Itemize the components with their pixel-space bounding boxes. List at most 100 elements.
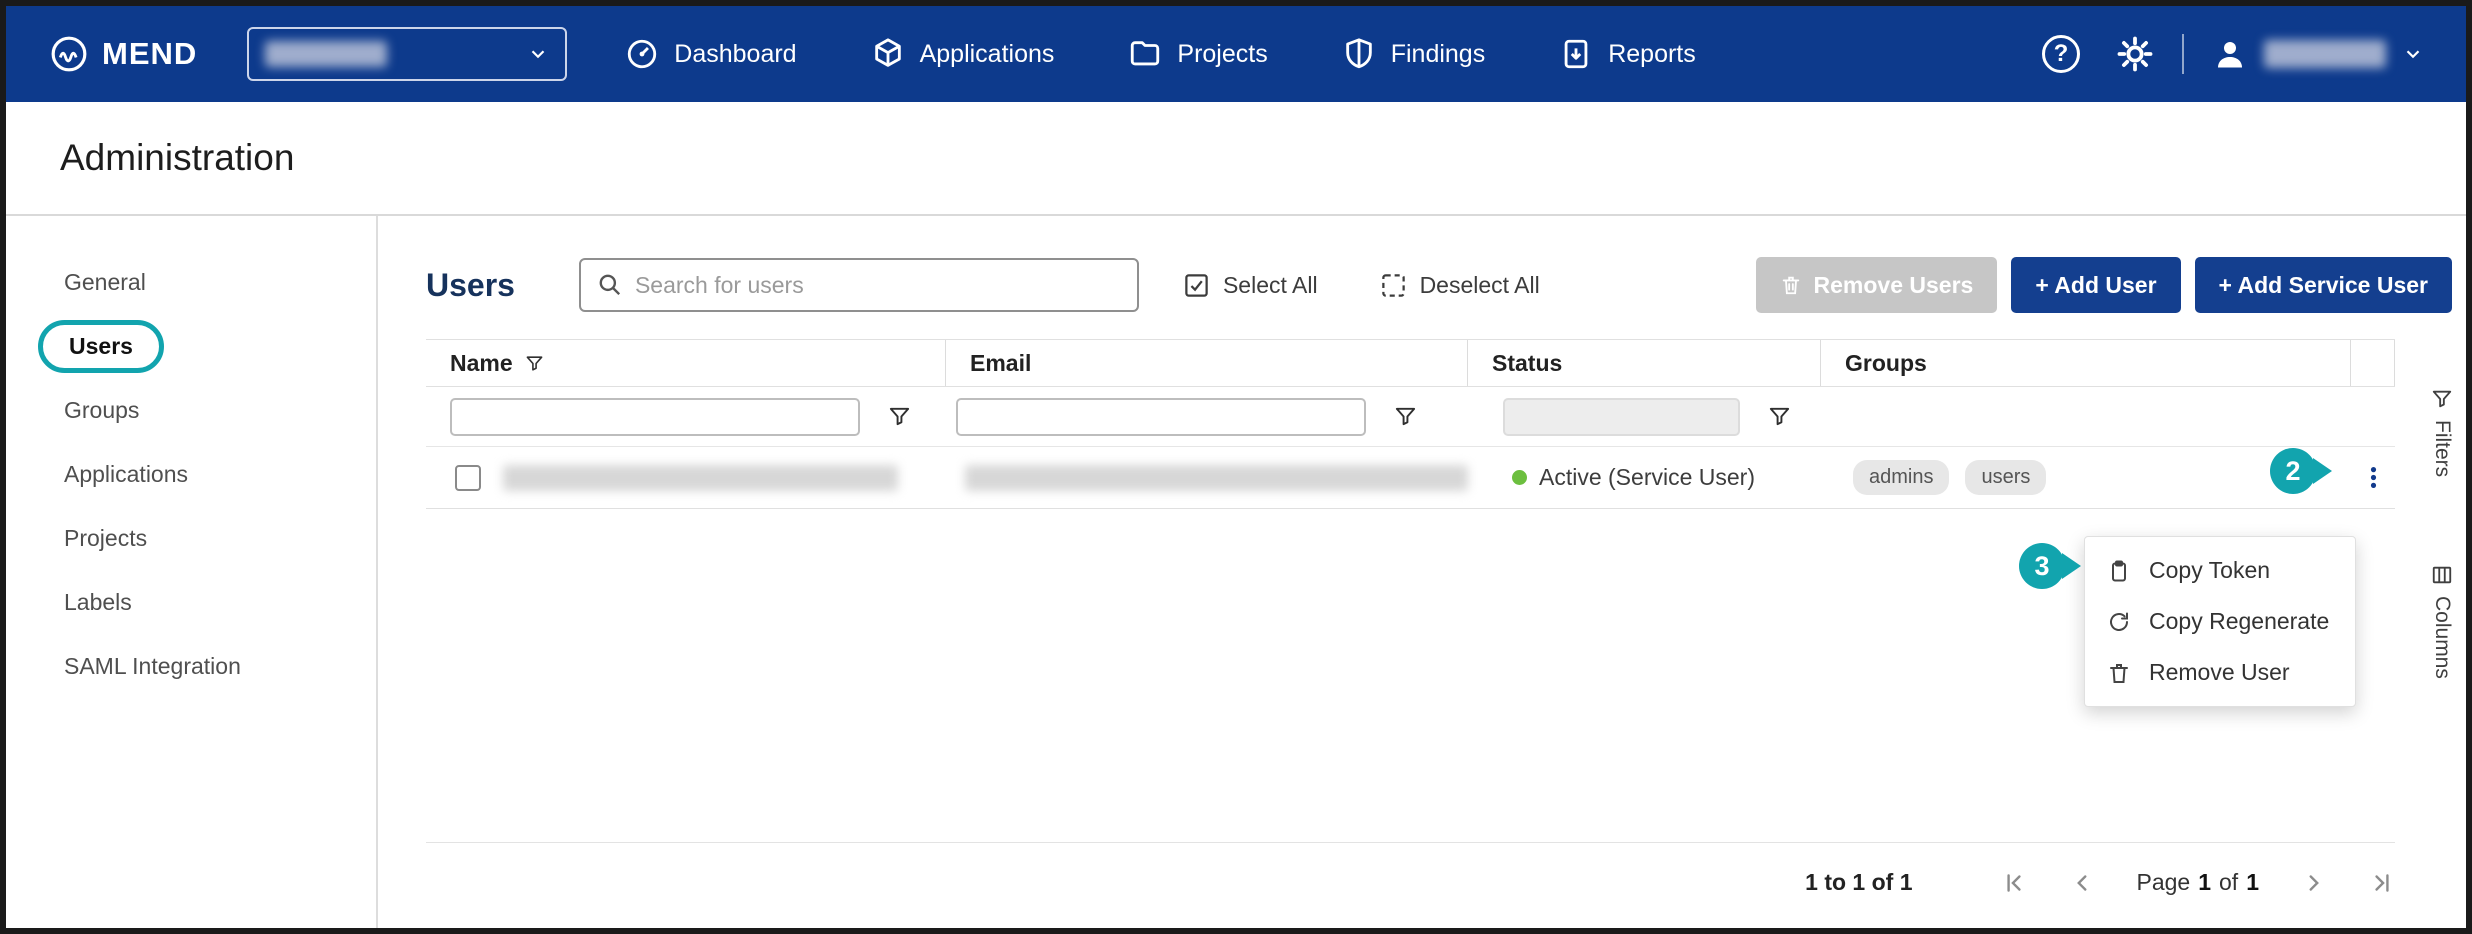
help-icon[interactable]: ? [2042, 35, 2080, 73]
users-main-panel: Users Select All Deselect All [378, 216, 2466, 928]
page-header: Administration [6, 102, 2466, 216]
nav-right-group: ? [2042, 34, 2424, 74]
user-name-redacted [503, 465, 898, 491]
search-icon [597, 272, 623, 298]
nav-item-applications[interactable]: Applications [871, 37, 1055, 71]
deselect-all-button[interactable]: Deselect All [1380, 272, 1540, 299]
context-menu-copy-token[interactable]: Copy Token [2085, 545, 2355, 596]
admin-sidebar: General Users Groups Applications Projec… [6, 216, 378, 928]
trash-icon [1780, 274, 1802, 296]
row-kebab-menu-icon[interactable] [2360, 464, 2387, 491]
name-filter-funnel-icon[interactable] [888, 405, 911, 428]
nav-label: Projects [1177, 40, 1267, 69]
org-selector-dropdown[interactable] [247, 27, 567, 81]
nav-label: Reports [1608, 40, 1696, 69]
status-filter-funnel-icon[interactable] [1768, 405, 1791, 428]
chevron-down-icon [527, 43, 549, 65]
filter-funnel-icon[interactable] [525, 354, 544, 373]
shield-icon [1342, 37, 1376, 71]
user-search [579, 258, 1139, 312]
sidebar-item-applications[interactable]: Applications [6, 442, 376, 506]
remove-users-button[interactable]: Remove Users [1756, 257, 1998, 313]
sidebar-item-projects[interactable]: Projects [6, 506, 376, 570]
report-download-icon [1559, 37, 1593, 71]
add-user-button[interactable]: + Add User [2011, 257, 2180, 313]
page-title: Administration [60, 137, 294, 179]
folder-icon [1128, 37, 1162, 71]
chevron-down-icon [2402, 43, 2424, 65]
table-row: Active (Service User) admins users [426, 447, 2395, 509]
row-checkbox[interactable] [455, 465, 481, 491]
mend-logo[interactable]: MEND [50, 35, 197, 73]
sidebar-item-saml-integration[interactable]: SAML Integration [6, 634, 376, 698]
row-context-menu: Copy Token Copy Regenerate Remove User [2084, 536, 2356, 707]
users-toolbar: Users Select All Deselect All [378, 256, 2466, 314]
users-section-title: Users [426, 267, 515, 304]
column-header-email[interactable]: Email [946, 340, 1468, 386]
user-avatar-icon [2212, 36, 2248, 72]
annotation-step-3: 3 [2019, 543, 2065, 589]
search-input[interactable] [635, 272, 1121, 299]
dashboard-icon [625, 37, 659, 71]
column-header-status[interactable]: Status [1468, 340, 1821, 386]
group-badge: users [1965, 460, 2046, 495]
trash-icon [2107, 661, 2131, 685]
table-header-row: Name Email Status Groups [426, 339, 2395, 387]
nav-label: Applications [920, 40, 1055, 69]
cube-icon [871, 37, 905, 71]
status-active-dot [1512, 470, 1527, 485]
sidebar-item-groups[interactable]: Groups [6, 378, 376, 442]
last-page-button[interactable] [2369, 870, 2395, 896]
pagination-range: 1 to 1 of 1 [1805, 869, 1912, 896]
status-filter-input[interactable] [1503, 398, 1740, 436]
main-menu: Dashboard Applications Projects Findings… [625, 37, 1695, 71]
clipboard-icon [2107, 559, 2131, 583]
column-header-name[interactable]: Name [426, 340, 946, 386]
email-filter-input[interactable] [956, 398, 1366, 436]
mend-logo-icon [50, 35, 88, 73]
columns-side-tab[interactable]: Columns [2430, 564, 2454, 679]
annotation-step-2: 2 [2270, 448, 2316, 494]
username-redacted [2264, 40, 2386, 68]
regenerate-icon [2107, 610, 2131, 634]
checkbox-dashed-icon [1380, 272, 1407, 299]
columns-icon [2431, 564, 2453, 586]
user-email-redacted [965, 465, 1468, 491]
nav-item-reports[interactable]: Reports [1559, 37, 1696, 71]
top-nav: MEND Dashboard Applications Projects [6, 6, 2466, 102]
first-page-button[interactable] [2001, 870, 2027, 896]
sidebar-item-labels[interactable]: Labels [6, 570, 376, 634]
nav-item-dashboard[interactable]: Dashboard [625, 37, 796, 71]
user-menu[interactable] [2212, 36, 2424, 72]
nav-item-findings[interactable]: Findings [1342, 37, 1486, 71]
add-service-user-button[interactable]: + Add Service User [2195, 257, 2452, 313]
name-filter-input[interactable] [450, 398, 860, 436]
status-text: Active (Service User) [1539, 464, 1755, 491]
previous-page-button[interactable] [2069, 870, 2095, 896]
gear-icon[interactable] [2116, 35, 2154, 73]
group-badge: admins [1853, 460, 1949, 495]
column-header-groups[interactable]: Groups [1821, 340, 2351, 386]
nav-label: Dashboard [674, 40, 796, 69]
checkbox-checked-icon [1183, 272, 1210, 299]
nav-divider [2182, 34, 2184, 74]
context-menu-remove-user[interactable]: Remove User [2085, 647, 2355, 698]
email-filter-funnel-icon[interactable] [1394, 405, 1417, 428]
filters-side-tab[interactable]: Filters [2430, 388, 2454, 477]
pagination-bar: 1 to 1 of 1 Page 1 of 1 [426, 842, 2395, 896]
filter-funnel-icon [2431, 388, 2453, 410]
table-filter-row [426, 387, 2395, 447]
org-name-redacted [265, 41, 387, 67]
users-table: Name Email Status Groups [426, 339, 2395, 509]
sidebar-item-users[interactable]: Users [6, 314, 376, 378]
sidebar-item-general[interactable]: General [6, 250, 376, 314]
context-menu-copy-regenerate[interactable]: Copy Regenerate [2085, 596, 2355, 647]
nav-label: Findings [1391, 40, 1486, 69]
next-page-button[interactable] [2301, 870, 2327, 896]
column-header-actions [2351, 340, 2395, 386]
select-all-button[interactable]: Select All [1183, 272, 1318, 299]
users-highlight-annotation: Users [38, 320, 164, 373]
page-indicator: Page 1 of 1 [2137, 869, 2260, 896]
brand-name: MEND [102, 36, 197, 72]
nav-item-projects[interactable]: Projects [1128, 37, 1267, 71]
